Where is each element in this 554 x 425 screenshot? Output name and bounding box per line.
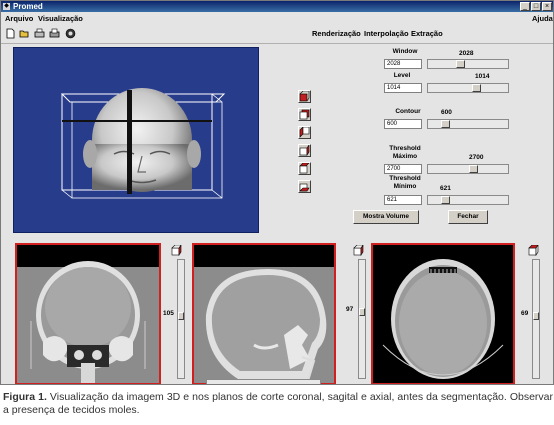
application-window: ◆ Promed _ □ × Arquivo Visualização Ajud… bbox=[0, 0, 554, 385]
window-label: Window bbox=[392, 48, 418, 55]
coronal-slice-slider[interactable] bbox=[177, 259, 185, 379]
sagittal-slice-view[interactable] bbox=[192, 243, 336, 384]
window-field[interactable]: 2028 bbox=[384, 59, 422, 69]
horizontal-scrollbar[interactable] bbox=[206, 379, 321, 384]
axial-slice-image bbox=[373, 245, 513, 383]
axial-slice-number: 69 bbox=[521, 310, 529, 317]
threshold-max-value-display: 2700 bbox=[469, 154, 484, 161]
coronal-slider-thumb[interactable] bbox=[178, 312, 184, 320]
new-file-icon[interactable] bbox=[5, 28, 16, 39]
menu-arquivo[interactable]: Arquivo bbox=[5, 12, 33, 25]
close-button[interactable]: Fechar bbox=[448, 210, 488, 224]
sagittal-orientation-icon[interactable] bbox=[353, 245, 364, 256]
threshold-min-slider-thumb[interactable] bbox=[441, 196, 450, 204]
app-icon: ◆ bbox=[3, 3, 10, 10]
axial-slice-view[interactable] bbox=[371, 243, 515, 384]
caption-text: Visualização da imagem 3D e nos planos d… bbox=[3, 391, 554, 416]
toolbar: Renderização Interpolação Extração bbox=[1, 25, 553, 44]
threshold-max-slider-thumb[interactable] bbox=[469, 165, 478, 173]
open-file-icon[interactable] bbox=[19, 28, 30, 39]
contour-label: Contour bbox=[395, 108, 421, 115]
print-icon[interactable] bbox=[34, 28, 45, 39]
contour-slider[interactable] bbox=[427, 119, 509, 129]
3d-head-volume-image bbox=[60, 88, 226, 199]
print-preview-icon[interactable] bbox=[49, 28, 60, 39]
level-field[interactable]: 1014 bbox=[384, 83, 422, 93]
menu-renderizacao[interactable]: Renderização bbox=[312, 29, 361, 39]
3d-render-view[interactable] bbox=[13, 47, 259, 233]
level-value-display: 1014 bbox=[475, 73, 490, 80]
coronal-orientation-icon[interactable] bbox=[171, 245, 182, 256]
window-slider[interactable] bbox=[427, 59, 509, 69]
menu-visualizacao[interactable]: Visualização bbox=[38, 12, 83, 25]
coronal-slice-view[interactable] bbox=[15, 243, 161, 384]
threshold-min-field[interactable]: 621 bbox=[384, 195, 422, 205]
close-window-button[interactable]: × bbox=[542, 2, 552, 11]
coronal-slice-image bbox=[17, 261, 159, 383]
menu-bar: Arquivo Visualização Ajuda bbox=[1, 12, 553, 25]
contour-slider-thumb[interactable] bbox=[441, 120, 450, 128]
coronal-slice-number: 105 bbox=[163, 310, 174, 317]
axial-slider-thumb[interactable] bbox=[533, 312, 539, 320]
axial-slice-slider[interactable] bbox=[532, 259, 540, 379]
axial-orientation-icon[interactable] bbox=[528, 245, 539, 256]
threshold-min-label: Threshold Mínimo bbox=[389, 175, 421, 190]
view-bottom-button[interactable] bbox=[298, 180, 311, 193]
view-front-button[interactable] bbox=[298, 90, 311, 103]
caption-label: Figura 1. bbox=[3, 391, 47, 403]
threshold-max-label: Threshold Máximo bbox=[389, 145, 421, 160]
level-label: Level bbox=[393, 72, 411, 79]
exit-icon[interactable] bbox=[65, 28, 76, 39]
view-left-button[interactable] bbox=[298, 126, 311, 139]
maximize-button[interactable]: □ bbox=[531, 2, 541, 11]
window-value-display: 2028 bbox=[459, 50, 474, 57]
minimize-button[interactable]: _ bbox=[520, 2, 530, 11]
level-slider[interactable] bbox=[427, 83, 509, 93]
menu-ajuda[interactable]: Ajuda bbox=[532, 12, 553, 25]
window-slider-thumb[interactable] bbox=[456, 60, 465, 68]
figure-caption: Figura 1. Visualização da imagem 3D e no… bbox=[3, 391, 553, 417]
sagittal-slice-slider[interactable] bbox=[358, 259, 366, 379]
view-right-button[interactable] bbox=[298, 144, 311, 157]
sagittal-slider-thumb[interactable] bbox=[359, 308, 365, 316]
menu-interpolacao[interactable]: Interpolação bbox=[364, 29, 409, 39]
menu-extracao[interactable]: Extração bbox=[411, 29, 443, 39]
sagittal-slice-image bbox=[194, 267, 334, 383]
threshold-min-value-display: 621 bbox=[440, 185, 451, 192]
contour-value-display: 600 bbox=[441, 109, 452, 116]
threshold-max-field[interactable]: 2700 bbox=[384, 164, 422, 174]
contour-field[interactable]: 600 bbox=[384, 119, 422, 129]
title-bar: ◆ Promed _ □ × bbox=[1, 1, 553, 12]
level-slider-thumb[interactable] bbox=[472, 84, 481, 92]
threshold-max-slider[interactable] bbox=[427, 164, 509, 174]
show-volume-button[interactable]: Mostra Volume bbox=[353, 210, 419, 224]
threshold-min-slider[interactable] bbox=[427, 195, 509, 205]
view-top-button[interactable] bbox=[298, 162, 311, 175]
window-title: Promed bbox=[13, 2, 43, 11]
sagittal-slice-number: 97 bbox=[346, 306, 354, 313]
view-back-button[interactable] bbox=[298, 108, 311, 121]
